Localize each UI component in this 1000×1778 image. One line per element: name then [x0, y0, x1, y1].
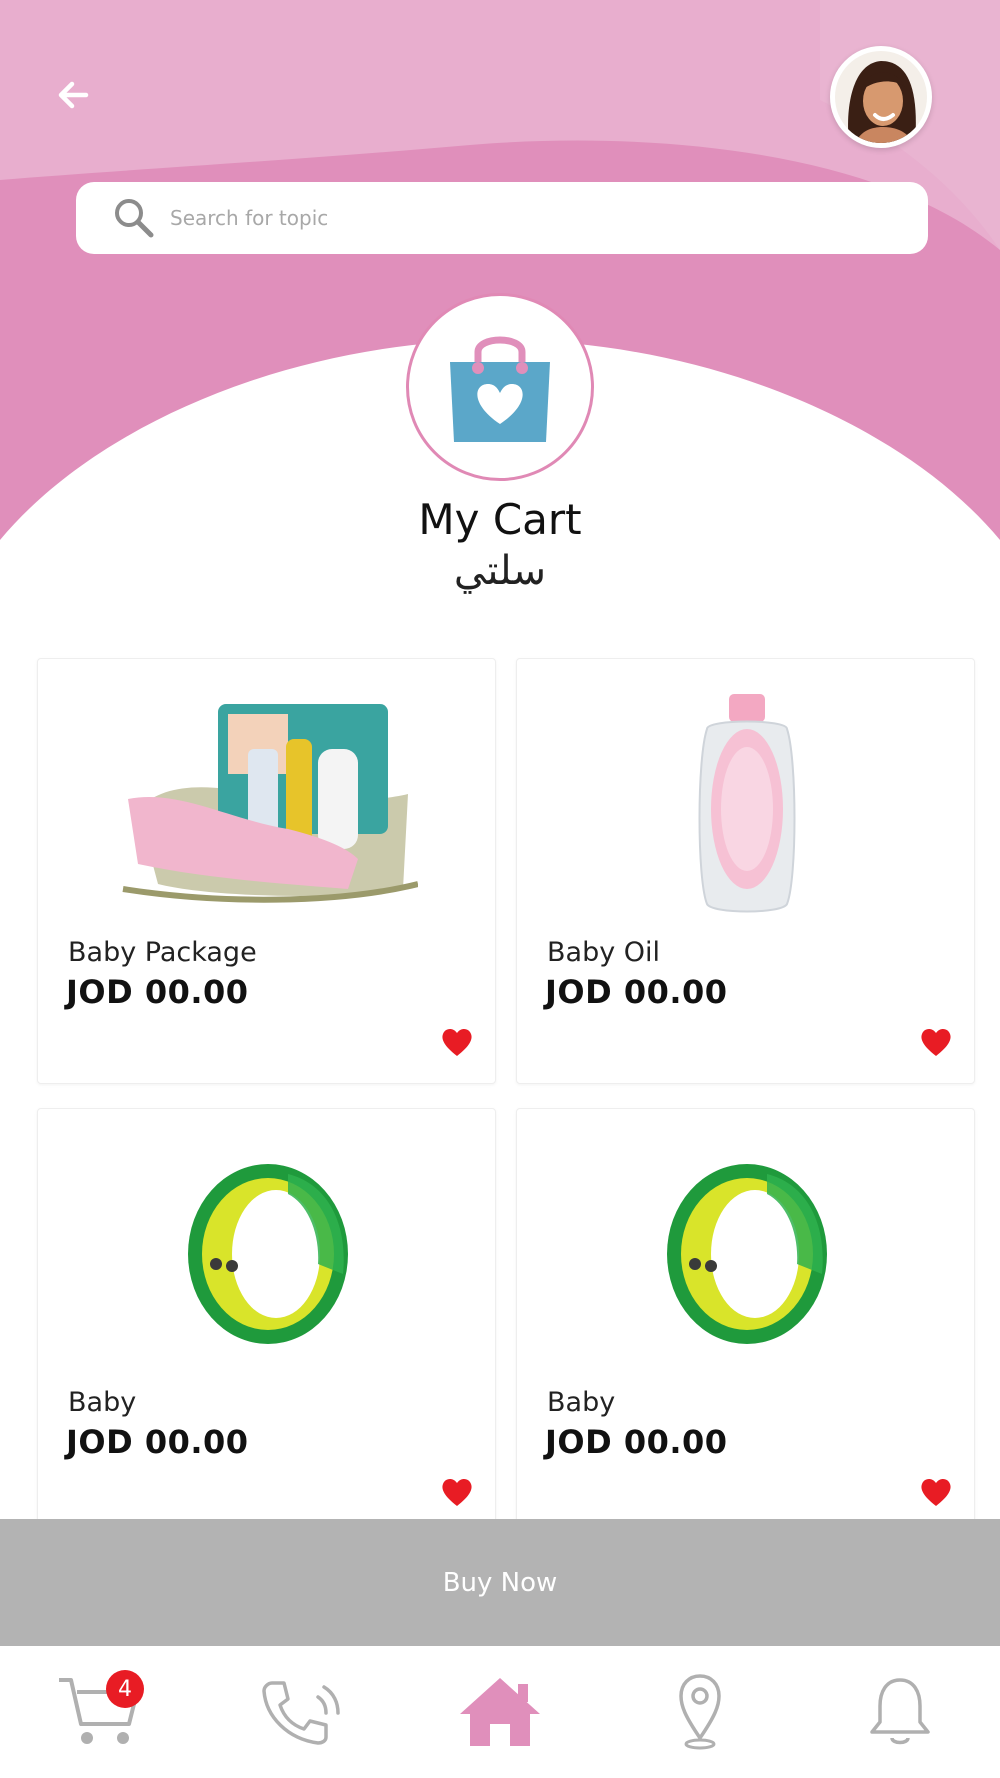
cart-count-badge: 4 [106, 1670, 144, 1708]
tab-cart[interactable]: 4 [50, 1662, 150, 1762]
green-bracelet-image [188, 1164, 348, 1344]
tab-location[interactable] [650, 1662, 750, 1762]
avatar[interactable] [830, 46, 932, 148]
product-image [68, 679, 468, 929]
product-card[interactable]: Baby JOD 00.00 [37, 1108, 496, 1534]
heart-icon [921, 1478, 951, 1506]
product-image [68, 1129, 468, 1379]
header [0, 0, 1000, 560]
favorite-button[interactable] [440, 1475, 474, 1509]
product-card[interactable]: Baby JOD 00.00 [516, 1108, 975, 1534]
location-icon [679, 1674, 721, 1750]
buy-now-button[interactable]: Buy Now [0, 1519, 1000, 1646]
product-image [547, 679, 947, 929]
baby-basket-image [122, 704, 418, 903]
product-image [547, 1129, 947, 1379]
product-name: Baby [68, 1387, 137, 1418]
product-price: JOD 00.00 [545, 973, 728, 1011]
heart-icon [442, 1478, 472, 1506]
product-price: JOD 00.00 [66, 973, 249, 1011]
back-button[interactable] [50, 70, 100, 120]
product-card[interactable]: Baby Oil JOD 00.00 [516, 658, 975, 1084]
arrow-left-icon [58, 81, 89, 109]
user-avatar [835, 51, 927, 143]
product-price: JOD 00.00 [545, 1423, 728, 1461]
tab-call[interactable] [250, 1662, 350, 1762]
tab-notifications[interactable] [850, 1662, 950, 1762]
product-price: JOD 00.00 [66, 1423, 249, 1461]
home-icon [460, 1678, 540, 1746]
product-card[interactable]: Baby Package JOD 00.00 [37, 658, 496, 1084]
search-icon [115, 199, 154, 238]
page-title-arabic: سلتي [453, 548, 547, 594]
shopping-bag-heart-icon [450, 336, 550, 442]
favorite-button[interactable] [440, 1025, 474, 1059]
favorite-button[interactable] [919, 1025, 953, 1059]
bottom-tab-bar: 4 [0, 1646, 1000, 1778]
phone-icon [262, 1681, 340, 1745]
green-bracelet-image [667, 1164, 827, 1344]
favorite-button[interactable] [919, 1475, 953, 1509]
search-input[interactable] [170, 206, 770, 230]
search-bar[interactable] [76, 182, 928, 254]
product-name: Baby Oil [547, 937, 661, 968]
cart-header-icon [406, 293, 594, 481]
baby-oil-bottle-image [698, 694, 796, 913]
page-title: My Cart [418, 495, 582, 544]
bell-icon [870, 1678, 930, 1745]
heart-icon [442, 1028, 472, 1056]
heart-icon [921, 1028, 951, 1056]
tab-home[interactable] [450, 1662, 550, 1762]
product-name: Baby [547, 1387, 616, 1418]
product-name: Baby Package [68, 937, 257, 968]
